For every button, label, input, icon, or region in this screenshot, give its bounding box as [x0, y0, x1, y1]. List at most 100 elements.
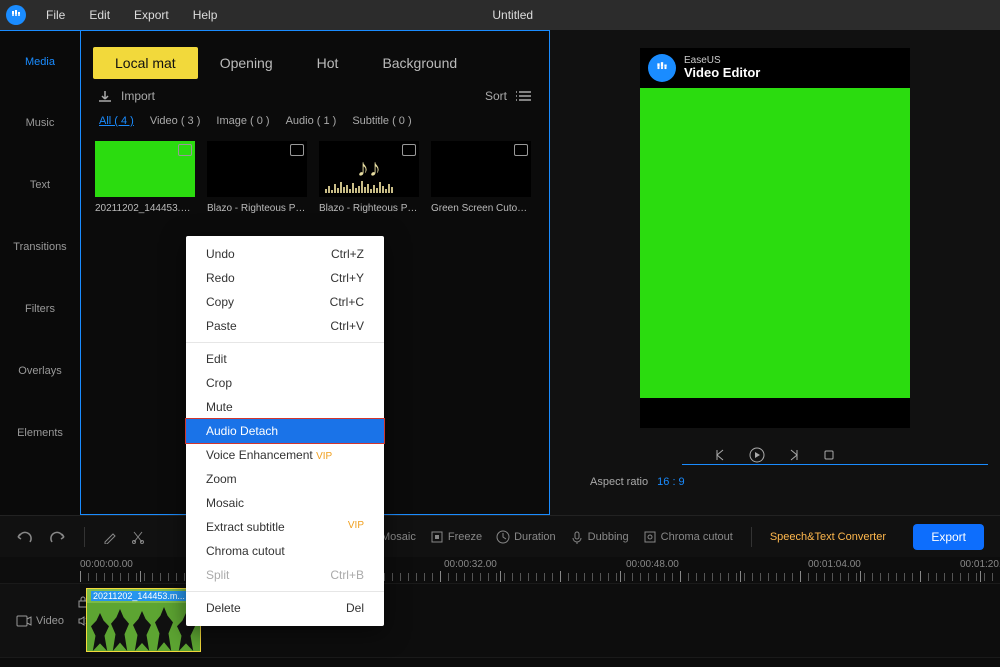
media-item-label: Blazo - Righteous Pa...: [207, 203, 307, 214]
duration-button[interactable]: Duration: [496, 530, 556, 544]
video-type-icon: [178, 144, 192, 156]
video-track-header[interactable]: Video: [0, 584, 80, 657]
redo-button[interactable]: [48, 530, 66, 544]
chroma-button[interactable]: Chroma cutout: [643, 530, 733, 544]
video-type-icon: [514, 144, 528, 156]
ruler-mark: 00:00:00.00: [80, 559, 133, 570]
brand-big: Video Editor: [684, 66, 760, 80]
library-filters: All ( 4 ) Video ( 3 ) Image ( 0 ) Audio …: [81, 111, 549, 137]
speech-text-converter-button[interactable]: Speech&Text Converter: [770, 531, 886, 543]
timeline-ruler[interactable]: 00:00:00.00 00:00:16.00 00:00:32.00 00:0…: [0, 557, 1000, 583]
ctx-crop[interactable]: Crop: [186, 371, 384, 395]
preview-panel: EaseUS Video Editor Aspect ratio 16 : 9: [550, 30, 1000, 515]
import-label: Import: [121, 89, 155, 103]
ruler-mark: 00:00:48.00: [626, 559, 679, 570]
sidebar-item-media[interactable]: Media: [0, 30, 80, 92]
ruler-mark: 00:01:20.00: [960, 559, 1000, 570]
ruler-mark: 00:00:32.00: [444, 559, 497, 570]
sidebar-item-overlays[interactable]: Overlays: [0, 340, 80, 402]
undo-button[interactable]: [16, 530, 34, 544]
menu-edit[interactable]: Edit: [79, 4, 120, 26]
timeline-toolbar: Mosaic Freeze Duration Dubbing Chroma cu…: [0, 515, 1000, 557]
ctx-mute[interactable]: Mute: [186, 395, 384, 419]
filter-subtitle[interactable]: Subtitle ( 0 ): [352, 115, 411, 127]
play-button[interactable]: [748, 446, 766, 464]
sidebar-item-transitions[interactable]: Transitions: [0, 216, 80, 278]
sidebar-item-filters[interactable]: Filters: [0, 278, 80, 340]
preview-content: [640, 88, 910, 398]
aspect-label: Aspect ratio: [590, 476, 648, 488]
sidebar-item-elements[interactable]: Elements: [0, 402, 80, 464]
video-type-icon: [290, 144, 304, 156]
prev-frame-button[interactable]: [712, 446, 730, 464]
ctx-copy[interactable]: CopyCtrl+C: [186, 290, 384, 314]
ctx-voice-enhancement[interactable]: Voice Enhancement VIP: [186, 443, 384, 467]
brand-logo-icon: [648, 54, 676, 82]
video-track-label: Video: [36, 615, 64, 627]
sort-button[interactable]: Sort: [485, 89, 533, 103]
clip-label: 20211202_144453.m...: [91, 591, 187, 601]
menu-export[interactable]: Export: [124, 4, 179, 26]
dubbing-button[interactable]: Dubbing: [570, 530, 629, 544]
edit-button[interactable]: [103, 530, 117, 544]
sort-icon: [515, 90, 533, 102]
ctx-extract-subtitle[interactable]: Extract subtitleVIP: [186, 515, 384, 539]
ctx-mosaic[interactable]: Mosaic: [186, 491, 384, 515]
video-track-row: Video 20211202_144453.m...: [0, 583, 1000, 657]
titlebar: File Edit Export Help Untitled: [0, 0, 1000, 30]
tab-background[interactable]: Background: [360, 47, 479, 79]
context-menu: UndoCtrl+Z RedoCtrl+Y CopyCtrl+C PasteCt…: [186, 236, 384, 626]
sidebar-item-text[interactable]: Text: [0, 154, 80, 216]
media-item-label: Green Screen Cutout...: [431, 203, 531, 214]
filter-image[interactable]: Image ( 0 ): [216, 115, 269, 127]
import-icon: [97, 89, 113, 103]
tab-opening[interactable]: Opening: [198, 47, 295, 79]
split-button[interactable]: [131, 530, 145, 544]
ctx-delete[interactable]: DeleteDel: [186, 596, 384, 620]
filter-audio[interactable]: Audio ( 1 ): [286, 115, 337, 127]
import-button[interactable]: Import: [97, 89, 155, 103]
media-item-label: 20211202_144453.m...: [95, 203, 195, 214]
media-item[interactable]: Blazo - Righteous Pa...: [207, 141, 307, 214]
preview-frame: EaseUS Video Editor: [640, 48, 910, 428]
ctx-edit[interactable]: Edit: [186, 347, 384, 371]
tab-hot[interactable]: Hot: [295, 47, 361, 79]
menu-help[interactable]: Help: [183, 4, 228, 26]
ctx-redo[interactable]: RedoCtrl+Y: [186, 266, 384, 290]
media-item-label: Blazo - Righteous Pa...: [319, 203, 419, 214]
ruler-mark: 00:01:04.00: [808, 559, 861, 570]
filter-all[interactable]: All ( 4 ): [99, 115, 134, 127]
tab-local[interactable]: Local mat: [93, 47, 198, 79]
library-tabs: Local mat Opening Hot Background: [93, 43, 537, 83]
timeline: 00:00:00.00 00:00:16.00 00:00:32.00 00:0…: [0, 557, 1000, 667]
playback-controls: [712, 446, 838, 464]
media-item[interactable]: 20211202_144453.m...: [95, 141, 195, 214]
sort-label: Sort: [485, 89, 507, 103]
ctx-split: SplitCtrl+B: [186, 563, 384, 587]
freeze-button[interactable]: Freeze: [430, 530, 482, 544]
thumbnail-row: 20211202_144453.m... Blazo - Righteous P…: [81, 137, 549, 218]
video-track-icon: [16, 615, 32, 627]
next-frame-button[interactable]: [784, 446, 802, 464]
media-item[interactable]: ♪♪ Blazo - Righteous Pa...: [319, 141, 419, 214]
brand-watermark: EaseUS Video Editor: [640, 48, 910, 88]
stop-button[interactable]: [820, 446, 838, 464]
export-button[interactable]: Export: [913, 524, 984, 550]
window-title: Untitled: [231, 8, 994, 22]
ctx-audio-detach[interactable]: Audio Detach: [186, 419, 384, 443]
timeline-clip[interactable]: 20211202_144453.m...: [86, 588, 201, 652]
ctx-chroma-cutout[interactable]: Chroma cutout: [186, 539, 384, 563]
menu-file[interactable]: File: [36, 4, 75, 26]
sidebar-item-music[interactable]: Music: [0, 92, 80, 154]
app-logo-icon: [6, 5, 26, 25]
ctx-zoom[interactable]: Zoom: [186, 467, 384, 491]
sidebar: Media Music Text Transitions Filters Ove…: [0, 30, 80, 515]
aspect-ratio[interactable]: Aspect ratio 16 : 9: [568, 476, 685, 488]
equalizer-icon: [325, 179, 413, 193]
media-item[interactable]: Green Screen Cutout...: [431, 141, 531, 214]
ctx-undo[interactable]: UndoCtrl+Z: [186, 242, 384, 266]
filter-video[interactable]: Video ( 3 ): [150, 115, 201, 127]
progress-line[interactable]: [682, 464, 988, 465]
audio-type-icon: [402, 144, 416, 156]
ctx-paste[interactable]: PasteCtrl+V: [186, 314, 384, 338]
